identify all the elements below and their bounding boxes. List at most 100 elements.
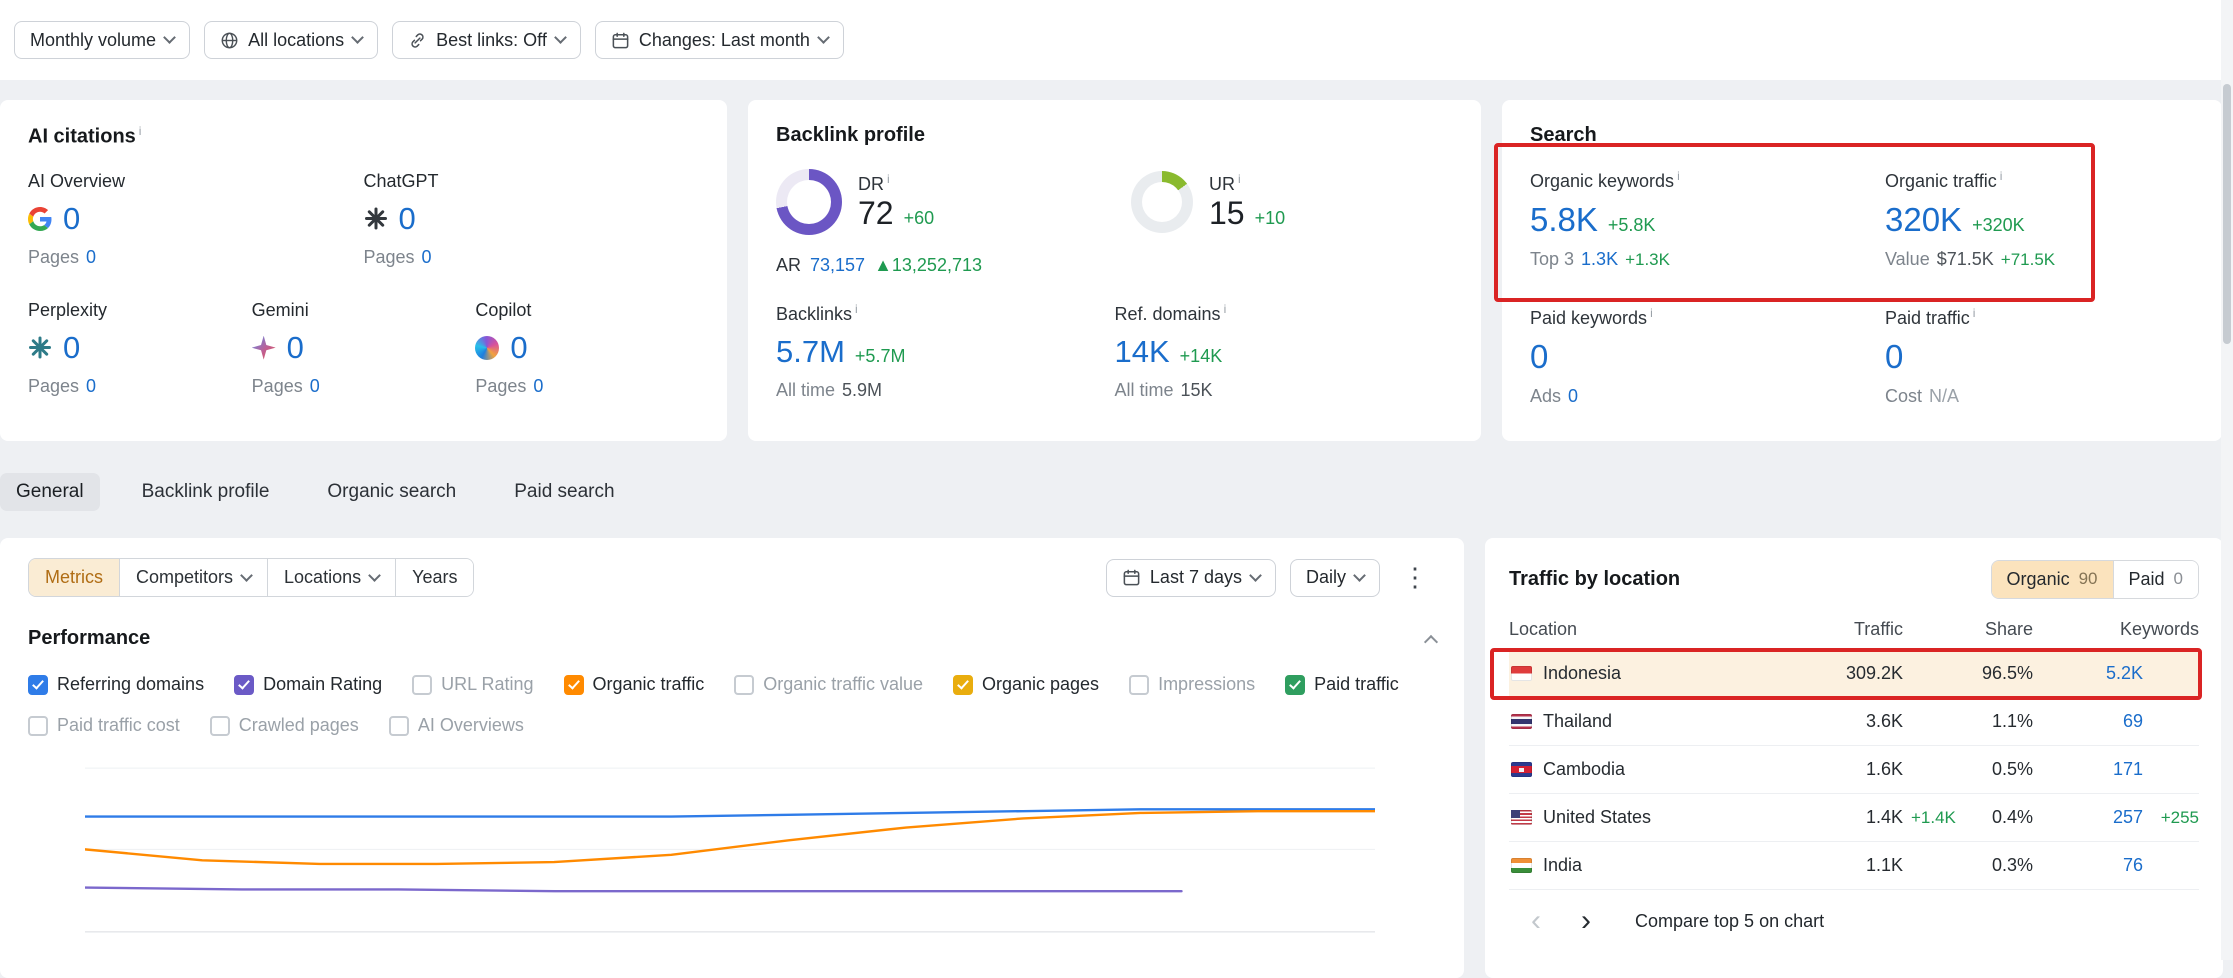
table-row-thailand[interactable]: Thailand 3.6K 1.1% 69 — [1509, 698, 2199, 746]
citation-count-link[interactable]: 0 — [399, 201, 416, 237]
metric-label: Organic traffic — [593, 674, 705, 695]
metric-checkbox-organic-pages[interactable]: Organic pages — [953, 674, 1099, 695]
ar-value-link[interactable]: 73,157 — [810, 255, 865, 276]
location-name: Indonesia — [1543, 663, 1621, 684]
citation-count-link[interactable]: 0 — [63, 201, 80, 237]
table-row-indonesia[interactable]: Indonesia 309.2K 96.5% 5.2K — [1509, 650, 2199, 698]
ai-source-name: AI Overview — [28, 171, 364, 192]
pages-count-link[interactable]: 0 — [422, 247, 432, 268]
info-icon: i — [139, 124, 142, 138]
tab-organic-search[interactable]: Organic search — [311, 473, 472, 511]
metric-checkbox-paid-traffic[interactable]: Paid traffic — [1285, 674, 1399, 695]
metric-checkbox-domain-rating[interactable]: Domain Rating — [234, 674, 382, 695]
dr-label: DRi — [858, 172, 934, 195]
organic-keywords-value-link[interactable]: 5.8K — [1530, 201, 1598, 239]
paid-traffic-value-link[interactable]: 0 — [1885, 338, 1903, 376]
ai-source-name: ChatGPT — [364, 171, 700, 192]
keywords-link[interactable]: 69 — [2123, 711, 2143, 731]
pages-count-link[interactable]: 0 — [310, 376, 320, 397]
cost-value: N/A — [1929, 386, 1959, 407]
card-title: AI citationsi — [28, 124, 699, 149]
google-icon — [28, 207, 52, 231]
paid-keywords-cell: Paid keywordsi 0 Ads0 — [1530, 306, 1885, 407]
backlinks-value-link[interactable]: 5.7M — [776, 334, 845, 370]
metric-checkbox-paid-traffic-cost[interactable]: Paid traffic cost — [28, 715, 180, 736]
toggle-organic[interactable]: Organic90 — [1992, 561, 2113, 598]
metric-checkbox-referring-domains[interactable]: Referring domains — [28, 674, 204, 695]
ur-change: +10 — [1255, 208, 1286, 229]
metric-label: Organic traffic value — [763, 674, 923, 695]
metric-checkbox-row: Paid traffic cost Crawled pages AI Overv… — [28, 715, 1436, 736]
traffic-value: 1.1K — [1866, 855, 1903, 875]
segment-competitors[interactable]: Competitors — [119, 559, 267, 596]
metric-checkbox-organic-traffic[interactable]: Organic traffic — [564, 674, 705, 695]
table-row-india[interactable]: India 1.1K 0.3% 76 — [1509, 842, 2199, 890]
collapse-section-button[interactable] — [1424, 634, 1438, 648]
chatgpt-cell: ChatGPT 0 Pages0 — [364, 171, 700, 268]
gemini-icon — [252, 336, 276, 360]
page-scrollbar[interactable] — [2221, 0, 2233, 960]
organic-traffic-value-link[interactable]: 320K — [1885, 201, 1962, 239]
table-header: Location Traffic Share Keywords — [1509, 610, 2199, 650]
copilot-cell: Copilot 0 Pages0 — [475, 300, 699, 397]
monthly-volume-filter[interactable]: Monthly volume — [14, 21, 190, 59]
pages-count-link[interactable]: 0 — [86, 376, 96, 397]
citation-count-link[interactable]: 0 — [287, 330, 304, 366]
pages-count-link[interactable]: 0 — [533, 376, 543, 397]
metric-checkbox-url-rating[interactable]: URL Rating — [412, 674, 533, 695]
pages-count-link[interactable]: 0 — [86, 247, 96, 268]
paid-keywords-value-link[interactable]: 0 — [1530, 338, 1548, 376]
perplexity-icon — [28, 336, 52, 360]
metric-checkbox-ai-overviews[interactable]: AI Overviews — [389, 715, 524, 736]
more-options-button[interactable]: ⋮ — [1394, 562, 1436, 593]
changes-filter[interactable]: Changes: Last month — [595, 21, 844, 59]
toggle-paid[interactable]: Paid0 — [2113, 561, 2199, 598]
citation-count-link[interactable]: 0 — [510, 330, 527, 366]
keywords-change: +255 — [2161, 808, 2199, 828]
segment-locations[interactable]: Locations — [267, 559, 395, 596]
top3-value-link[interactable]: 1.3K — [1581, 249, 1618, 270]
keywords-link[interactable]: 76 — [2123, 855, 2143, 875]
tab-general[interactable]: General — [0, 473, 100, 511]
prev-page-button[interactable]: ‹ — [1531, 906, 1541, 936]
citation-count-link[interactable]: 0 — [63, 330, 80, 366]
metric-label: Organic pages — [982, 674, 1099, 695]
section-tabs: General Backlink profile Organic search … — [0, 472, 631, 512]
metric-checkbox-organic-traffic-value[interactable]: Organic traffic value — [734, 674, 923, 695]
column-location: Location — [1509, 619, 1743, 640]
next-page-button[interactable]: › — [1581, 906, 1591, 936]
chevron-down-icon — [817, 31, 830, 44]
granularity-button[interactable]: Daily — [1290, 559, 1380, 597]
share-value: 1.1% — [1992, 711, 2033, 731]
segment-metrics[interactable]: Metrics — [29, 559, 119, 596]
keywords-link[interactable]: 257 — [2113, 807, 2143, 827]
table-row-united-states[interactable]: United States 1.4K+1.4K 0.4% 257+255 — [1509, 794, 2199, 842]
ar-label: AR — [776, 255, 801, 276]
metric-checkbox-crawled-pages[interactable]: Crawled pages — [210, 715, 359, 736]
table-row-cambodia[interactable]: Cambodia 1.6K 0.5% 171 — [1509, 746, 2199, 794]
tab-paid-search[interactable]: Paid search — [498, 473, 630, 511]
checkbox-icon — [953, 675, 973, 695]
segment-years[interactable]: Years — [395, 559, 473, 596]
info-icon: i — [855, 302, 858, 316]
ur-value: 15 — [1209, 195, 1245, 232]
date-range-button[interactable]: Last 7 days — [1106, 559, 1276, 597]
tab-backlink-profile[interactable]: Backlink profile — [126, 473, 286, 511]
paid-keywords-label: Paid keywordsi — [1530, 306, 1885, 329]
ref-domains-value-link[interactable]: 14K — [1115, 334, 1170, 370]
metric-checkbox-impressions[interactable]: Impressions — [1129, 674, 1255, 695]
traffic-value: 309.2K — [1846, 663, 1903, 683]
alltime-value: 5.9M — [842, 380, 882, 401]
locations-filter[interactable]: All locations — [204, 21, 378, 59]
organic-count: 90 — [2079, 569, 2098, 589]
keywords-link[interactable]: 5.2K — [2106, 663, 2143, 683]
ai-overview-cell: AI Overview 0 Pages0 — [28, 171, 364, 268]
performance-panel: Metrics Competitors Locations Years Last… — [0, 538, 1464, 978]
share-value: 0.3% — [1992, 855, 2033, 875]
compare-top5-button[interactable]: Compare top 5 on chart — [1635, 911, 1824, 932]
scrollbar-thumb[interactable] — [2223, 84, 2231, 344]
backlink-profile-card: Backlink profile DRi 72+60 URi 15+10 AR … — [748, 100, 1481, 441]
best-links-filter[interactable]: Best links: Off — [392, 21, 581, 59]
ads-value-link[interactable]: 0 — [1568, 386, 1578, 407]
keywords-link[interactable]: 171 — [2113, 759, 2143, 779]
